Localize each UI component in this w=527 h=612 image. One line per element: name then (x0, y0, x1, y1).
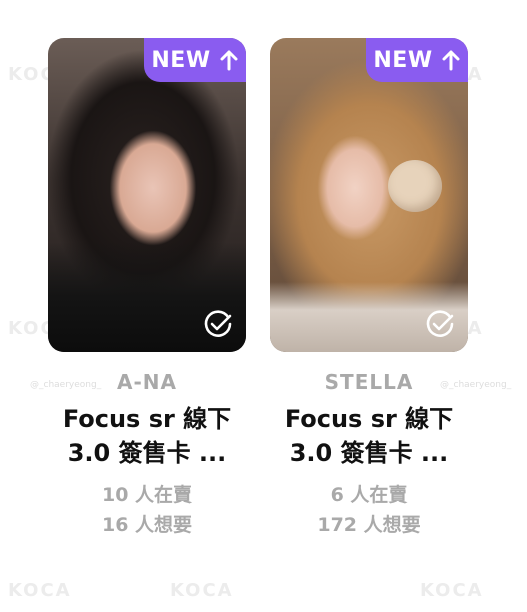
arrow-up-icon (442, 50, 460, 71)
photocard-item[interactable]: NEW A-NA Focus sr 線下 3.0 簽售卡 ... 10 人在賣 … (48, 38, 246, 540)
sellers-count: 10 人在賣 (101, 484, 193, 506)
wanters-count: 16 人想要 (101, 514, 193, 536)
new-badge: NEW (144, 38, 246, 82)
watermark-brand: KOCA (8, 580, 72, 601)
photocard-item[interactable]: NEW STELLA Focus sr 線下 3.0 簽售卡 ... 6 人在賣… (270, 38, 468, 540)
arrow-up-icon (220, 50, 238, 71)
wanters-count: 172 人想要 (317, 514, 421, 536)
new-badge-label: NEW (373, 47, 433, 73)
watermark-brand: KOCA (170, 580, 234, 601)
new-badge-label: NEW (151, 47, 211, 73)
card-title[interactable]: Focus sr 線下 3.0 簽售卡 ... (270, 402, 468, 470)
sellers-count: 6 人在賣 (330, 484, 408, 506)
check-circle-icon[interactable] (202, 308, 234, 340)
artist-name: STELLA (324, 370, 414, 394)
watermark-brand: KOCA (420, 580, 484, 601)
photocard-image[interactable]: NEW (48, 38, 246, 352)
artist-name: A-NA (117, 370, 177, 394)
check-circle-icon[interactable] (424, 308, 456, 340)
new-badge: NEW (366, 38, 468, 82)
photocard-image[interactable]: NEW (270, 38, 468, 352)
card-title[interactable]: Focus sr 線下 3.0 簽售卡 ... (48, 402, 246, 470)
